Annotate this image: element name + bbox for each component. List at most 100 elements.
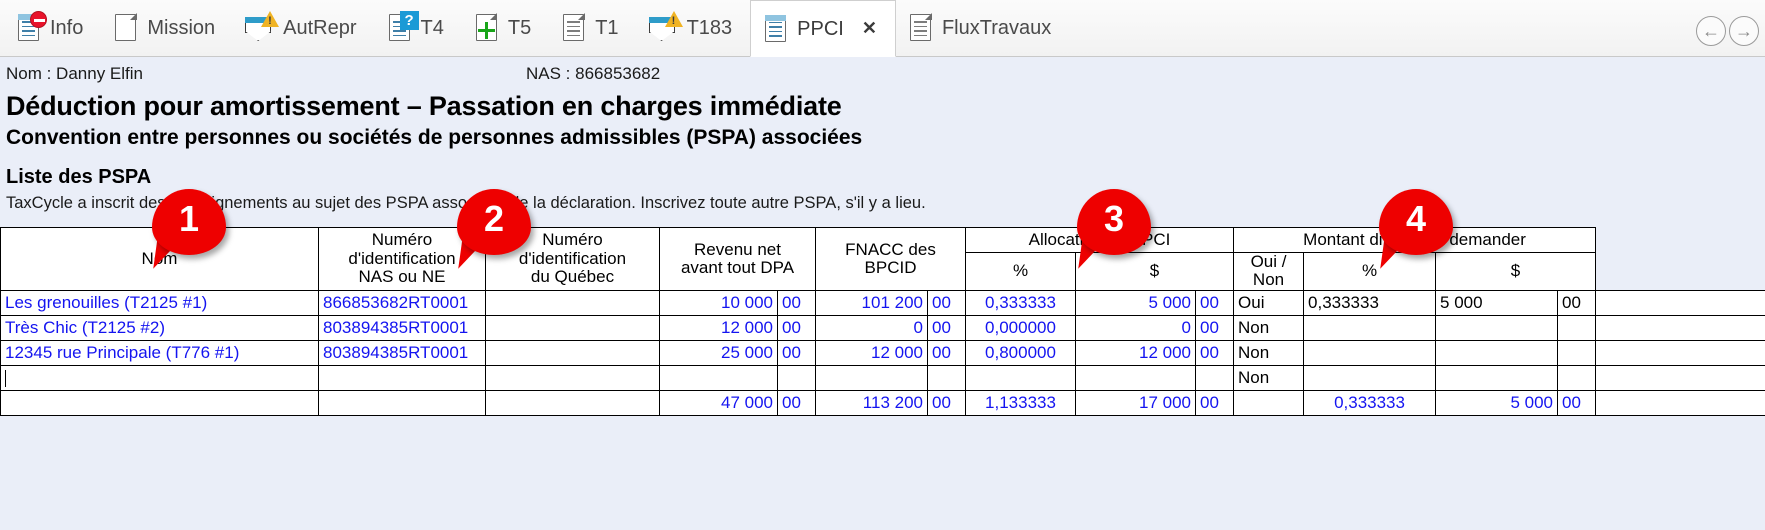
tab-t4[interactable]: ? T4 [375,0,462,56]
cell-alloc-dollar[interactable] [1076,377,1195,379]
cell-revenu[interactable]: 25 000 [660,342,777,364]
cell-alloc-dollar-cents[interactable]: 00 [1196,317,1230,339]
cell-fnacc[interactable]: 101 200 [816,292,927,314]
tab-fluxtravaux[interactable]: FluxTravaux [896,0,1069,56]
cell-nom[interactable]: Les grenouilles (T2125 #1) [1,292,318,314]
cell-revenu-cents[interactable]: 00 [778,342,812,364]
cell-alloc-dollar[interactable]: 12 000 [1076,342,1195,364]
cell-fnacc-cents[interactable]: 00 [928,292,962,314]
cell-revenu[interactable]: 12 000 [660,317,777,339]
total-alloc-dollar: 17 000 [1139,392,1191,412]
cell-diff-dollar[interactable] [1436,327,1557,329]
cell-alloc-pct[interactable]: 0,800000 [966,342,1075,364]
total-fnacc-cents: 00 [932,392,951,412]
cell-fnacc[interactable]: 12 000 [816,342,927,364]
envelope-warning-icon [245,11,280,42]
table-row[interactable]: Non [0,364,1765,391]
cell-diff-dollar-cents[interactable]: 00 [1558,292,1592,314]
page-title: Déduction pour amortissement – Passation… [6,91,842,121]
total-revenu-cents: 00 [782,392,801,412]
forward-icon[interactable]: → [1729,16,1759,46]
total-revenu: 47 000 [721,392,773,412]
cell-spacer [1595,289,1765,316]
tab-label: Info [50,17,84,39]
cell-diff-dollar-cents[interactable] [1558,377,1592,379]
cell-diff-dollar[interactable] [1436,352,1557,354]
cell-quebec[interactable] [486,377,659,379]
tab-t183[interactable]: T183 [637,0,751,56]
document-lines-blue-icon [763,14,789,44]
cell-diff-dollar-cents[interactable] [1558,352,1592,354]
cell-alloc-pct[interactable]: 0,000000 [966,317,1075,339]
close-icon[interactable]: ✕ [862,18,877,39]
total-fnacc: 113 200 [862,392,923,412]
cell-alloc-pct[interactable] [966,377,1075,379]
cell-revenu[interactable] [660,377,777,379]
cell-fnacc-cents[interactable]: 00 [928,342,962,364]
cell-quebec[interactable] [486,327,659,329]
cell-oui-non[interactable]: Non [1234,317,1303,339]
table-row[interactable]: Les grenouilles (T2125 #1) 866853682RT00… [0,289,1765,316]
cell-alloc-dollar[interactable]: 0 [1076,317,1195,339]
cell-alloc-pct[interactable]: 0,333333 [966,292,1075,314]
table-group-header-row: Nom Numéro d'identification NAS ou NE Nu… [0,227,1765,291]
cell-fnacc-cents[interactable]: 00 [928,317,962,339]
cell-nom[interactable]: Très Chic (T2125 #2) [1,317,318,339]
cell-diff-dollar[interactable]: 5 000 [1436,292,1557,314]
cell-alloc-dollar-cents[interactable]: 00 [1196,342,1230,364]
cell-diff-pct[interactable] [1304,327,1435,329]
cell-spacer [1595,364,1765,391]
cell-revenu-cents[interactable]: 00 [778,292,812,314]
cell-diff-dollar[interactable] [1436,377,1557,379]
section-note: TaxCycle a inscrit des renseignements au… [6,194,926,212]
tab-label: T1 [595,17,619,39]
table-row[interactable]: 12345 rue Principale (T776 #1) 803894385… [0,339,1765,366]
tab-t5[interactable]: T5 [462,0,549,56]
page-subtitle: Convention entre personnes ou sociétés d… [6,126,863,149]
taxpayer-id-line: Nom : Danny Elfin NAS : 866853682 [0,57,1765,88]
section-title: Liste des PSPA [6,166,152,188]
document-lines-icon [908,13,934,43]
tab-mission[interactable]: Mission [101,0,233,56]
cell-diff-pct[interactable]: 0,333333 [1304,292,1435,314]
taxpayer-name: Nom : Danny Elfin [6,64,143,83]
cell-oui-non[interactable]: Oui [1234,292,1303,314]
cell-fnacc-cents[interactable] [928,377,962,379]
cell-nom[interactable] [1,367,318,389]
cell-alloc-dollar-cents[interactable] [1196,377,1230,379]
tab-autrepr[interactable]: AutRepr [233,0,374,56]
cell-nom[interactable]: 12345 rue Principale (T776 #1) [1,342,318,364]
tab-label: Mission [147,17,216,39]
cell-revenu[interactable]: 10 000 [660,292,777,314]
tab-t1[interactable]: T1 [549,0,636,56]
cell-quebec[interactable] [486,352,659,354]
cell-alloc-dollar[interactable]: 5 000 [1076,292,1195,314]
cell-spacer [485,389,660,416]
cell-diff-dollar-cents[interactable] [1558,327,1592,329]
back-icon[interactable]: ← [1696,16,1726,46]
cell-oui-non[interactable]: Non [1234,367,1303,389]
tab-ppci[interactable]: PPCI ✕ [750,0,896,57]
cell-nas-ne[interactable]: 866853682RT0001 [319,292,485,314]
cell-nas-ne[interactable]: 803894385RT0001 [319,342,485,364]
tab-label: AutRepr [283,17,357,39]
cell-quebec[interactable] [486,302,659,304]
cell-revenu-cents[interactable] [778,377,812,379]
col-oui-non: Oui / Non [1233,252,1305,291]
cell-revenu-cents[interactable]: 00 [778,317,812,339]
col-fnacc: FNACC des BPCID [815,227,966,291]
cell-alloc-dollar-cents[interactable]: 00 [1196,292,1230,314]
cell-nas-ne[interactable] [319,377,485,379]
col-diff-dollar: $ [1435,252,1597,291]
taxpayer-sin: NAS : 866853682 [526,64,661,83]
table-totals-row: 47 000 00 113 200 00 1,133333 17 000 00 … [0,389,1765,416]
table-row[interactable]: Très Chic (T2125 #2) 803894385RT0001 12 … [0,314,1765,341]
cell-diff-pct[interactable] [1304,352,1435,354]
cell-diff-pct[interactable] [1304,377,1435,379]
cell-fnacc[interactable] [816,377,927,379]
cell-fnacc[interactable]: 0 [816,317,927,339]
cell-oui-non[interactable]: Non [1234,342,1303,364]
cell-nas-ne[interactable]: 803894385RT0001 [319,317,485,339]
cell-spacer [1595,314,1765,341]
tab-info[interactable]: Info [4,0,101,56]
